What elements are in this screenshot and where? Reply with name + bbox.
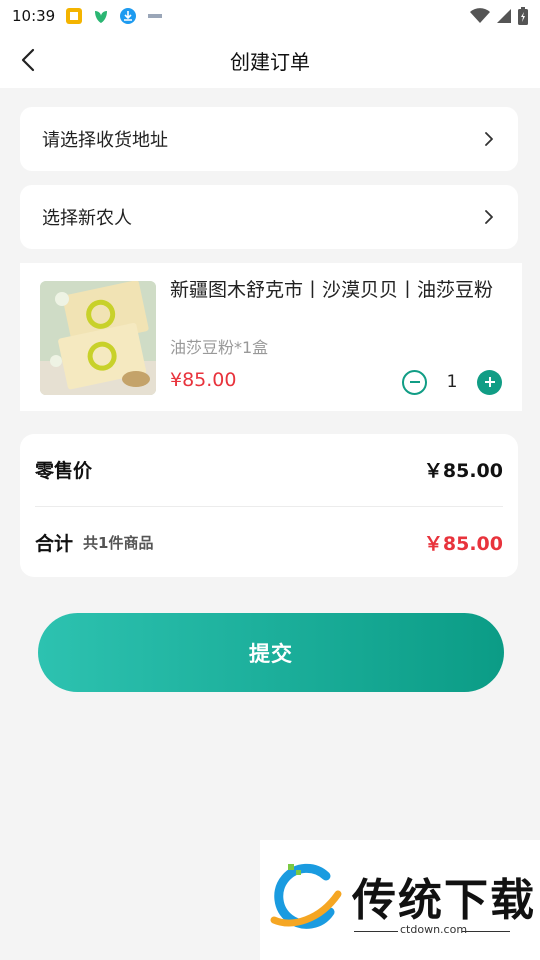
product-title: 新疆图木舒克市丨沙漠贝贝丨油莎豆粉 (170, 279, 494, 301)
submit-label: 提交 (249, 641, 293, 666)
submit-button[interactable]: 提交 (38, 613, 504, 692)
watermark-rule-left (354, 931, 398, 932)
app-notification-icon (66, 8, 83, 24)
product-spec: 油莎豆粉*1盒 (170, 338, 269, 357)
select-address-label: 请选择收货地址 (42, 130, 168, 151)
back-arrow-icon (21, 48, 35, 72)
select-farmer-label: 选择新农人 (42, 208, 132, 229)
status-time: 10:39 (12, 7, 56, 25)
total-item-count: 共1件商品 (83, 534, 154, 552)
product-item: 新疆图木舒克市丨沙漠贝贝丨油莎豆粉 油莎豆粉*1盒 ¥85.00 1 (20, 263, 522, 411)
watermark-logo (270, 863, 342, 929)
price-summary: 零售价 ￥85.00 合计 共1件商品 ￥85.00 (20, 434, 518, 577)
status-bar: 10:39 (0, 0, 540, 32)
wifi-icon (470, 8, 490, 23)
retail-price-value: ￥85.00 (423, 460, 503, 482)
small-app-icon (148, 14, 163, 18)
retail-price-row: 零售价 ￥85.00 (35, 456, 503, 483)
chevron-right-icon (485, 132, 493, 146)
watermark-name: 传统下载 (352, 875, 536, 926)
summary-divider (35, 506, 503, 507)
leaf-app-icon (95, 11, 108, 23)
signal-icon (497, 9, 511, 23)
decrease-quantity-button[interactable] (402, 369, 427, 395)
increase-quantity-button[interactable] (477, 369, 502, 395)
select-address-row[interactable]: 请选择收货地址 (20, 107, 518, 171)
download-app-icon (120, 8, 137, 24)
battery-icon (518, 7, 528, 25)
status-system-icons (470, 7, 528, 25)
plus-icon (484, 377, 495, 387)
quantity-value: 1 (446, 372, 458, 392)
total-label: 合计 (35, 533, 74, 555)
select-farmer-row[interactable]: 选择新农人 (20, 185, 518, 249)
watermark: 传统下载 ctdown.com (260, 840, 540, 960)
quantity-stepper: 1 (402, 369, 502, 395)
page-title: 创建订单 (230, 49, 310, 74)
total-row: 合计 共1件商品 ￥85.00 (35, 529, 503, 556)
product-price: ¥85.00 (170, 369, 237, 391)
watermark-url: ctdown.com (400, 923, 468, 936)
status-notification-icons (65, 7, 164, 25)
total-price-value: ￥85.00 (423, 533, 503, 555)
watermark-rule-right (462, 931, 510, 932)
product-image (40, 281, 156, 395)
chevron-right-icon (485, 210, 493, 224)
page-header: 创建订单 (0, 32, 540, 88)
retail-price-label: 零售价 (35, 460, 93, 482)
minus-icon (409, 381, 420, 383)
back-button[interactable] (14, 46, 42, 74)
